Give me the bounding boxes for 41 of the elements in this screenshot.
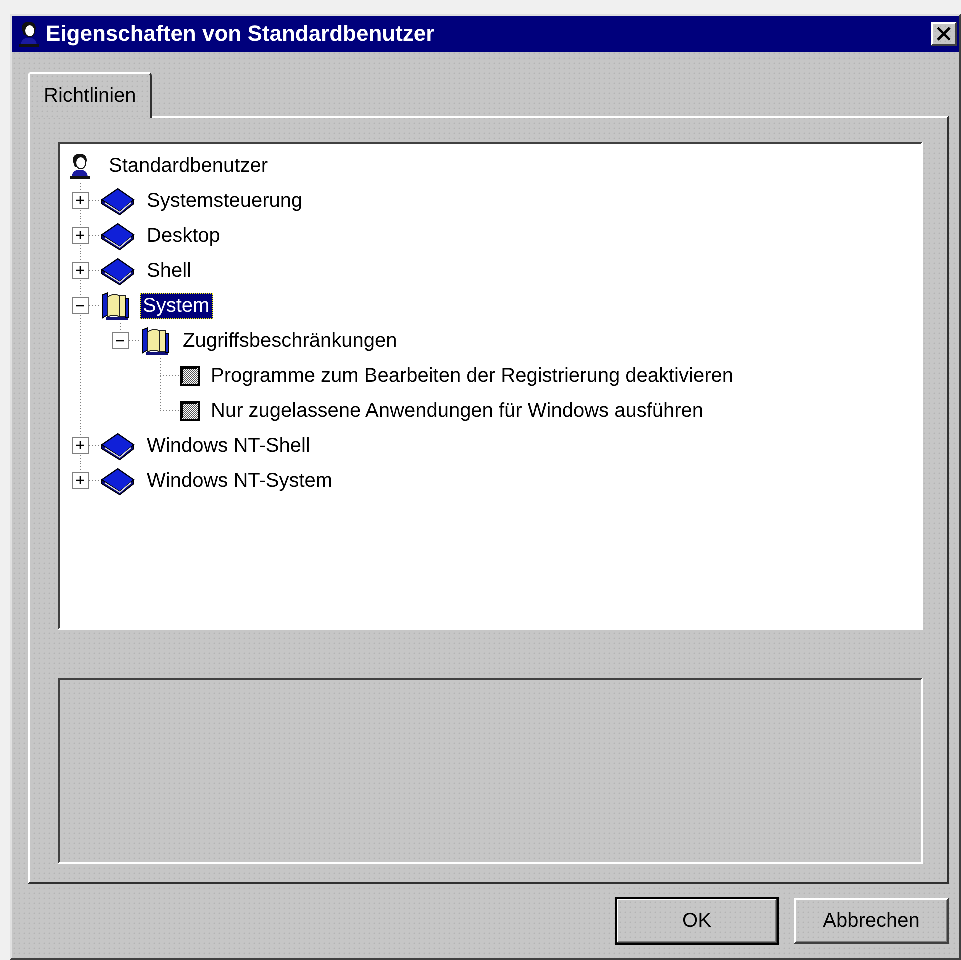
plus-icon [76, 266, 84, 275]
minus-icon [76, 304, 84, 306]
book-icon [100, 430, 136, 460]
expander-button[interactable] [72, 437, 88, 454]
dialog-button[interactable]: OK [616, 898, 778, 944]
tree-item[interactable]: Nur zugelassene Anwendungen für Windows ausführen [208, 398, 707, 424]
checkbox-icon [180, 400, 200, 420]
tree-item[interactable]: Shell [144, 258, 194, 284]
app-icon [18, 21, 40, 47]
tab[interactable]: Richtlinien [28, 72, 152, 118]
plus-icon [76, 196, 84, 205]
book-icon [100, 256, 136, 286]
tree-item[interactable]: Windows NT-Shell [144, 432, 314, 458]
expander-button[interactable] [72, 192, 88, 209]
tree-item[interactable]: Standardbenutzer [106, 152, 272, 178]
plus-icon [76, 476, 84, 485]
close-icon [936, 27, 952, 41]
expander-button[interactable] [72, 472, 88, 489]
book-icon [100, 186, 136, 216]
close-button[interactable] [931, 22, 957, 46]
expander-button[interactable] [112, 332, 128, 349]
checkbox-icon [180, 366, 200, 386]
tree-item[interactable]: Desktop [144, 222, 224, 248]
tree-item[interactable]: Systemsteuerung [144, 188, 306, 214]
dialog-button[interactable]: Abbrechen [794, 898, 949, 944]
expander-button[interactable] [72, 262, 88, 279]
user-icon [69, 152, 91, 178]
minus-icon [116, 340, 124, 342]
expander-button[interactable] [72, 227, 88, 244]
plus-icon [76, 441, 84, 450]
tree-item[interactable]: Zugriffsbeschränkungen [180, 328, 400, 354]
plus-icon [76, 231, 84, 240]
book-icon [100, 220, 136, 250]
open-book-icon [100, 290, 132, 320]
tree-item[interactable]: Programme zum Bearbeiten der Registrierung deaktivieren [208, 362, 736, 388]
tree-item[interactable]: Windows NT-System [144, 468, 336, 494]
book-icon [100, 466, 136, 496]
open-book-icon [140, 326, 172, 356]
window-title: Eigenschaften von Standardbenutzer [46, 21, 436, 47]
tree-item[interactable]: System [140, 292, 213, 318]
expander-button[interactable] [72, 297, 88, 314]
